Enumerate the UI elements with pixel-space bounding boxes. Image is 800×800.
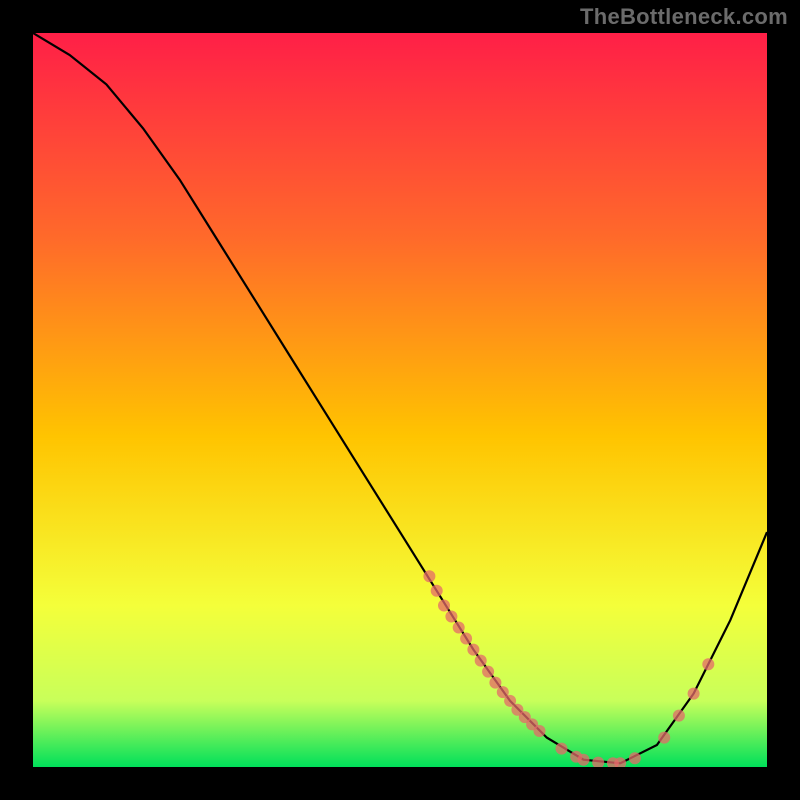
data-dot [482, 666, 494, 678]
chart-svg [33, 33, 767, 767]
data-dot [702, 658, 714, 670]
watermark-text: TheBottleneck.com [580, 4, 788, 30]
data-dot [431, 585, 443, 597]
gradient-background [33, 33, 767, 767]
plot-area [33, 33, 767, 767]
data-dot [445, 611, 457, 623]
data-dot [475, 655, 487, 667]
viewport: TheBottleneck.com [0, 0, 800, 800]
data-dot [578, 754, 590, 766]
data-dot [423, 570, 435, 582]
data-dot [467, 644, 479, 656]
data-dot [534, 725, 546, 737]
data-dot [460, 633, 472, 645]
data-dot [453, 622, 465, 634]
data-dot [556, 743, 568, 755]
data-dot [489, 677, 501, 689]
data-dot [673, 710, 685, 722]
data-dot [629, 752, 641, 764]
data-dot [438, 600, 450, 612]
data-dot [688, 688, 700, 700]
data-dot [658, 732, 670, 744]
